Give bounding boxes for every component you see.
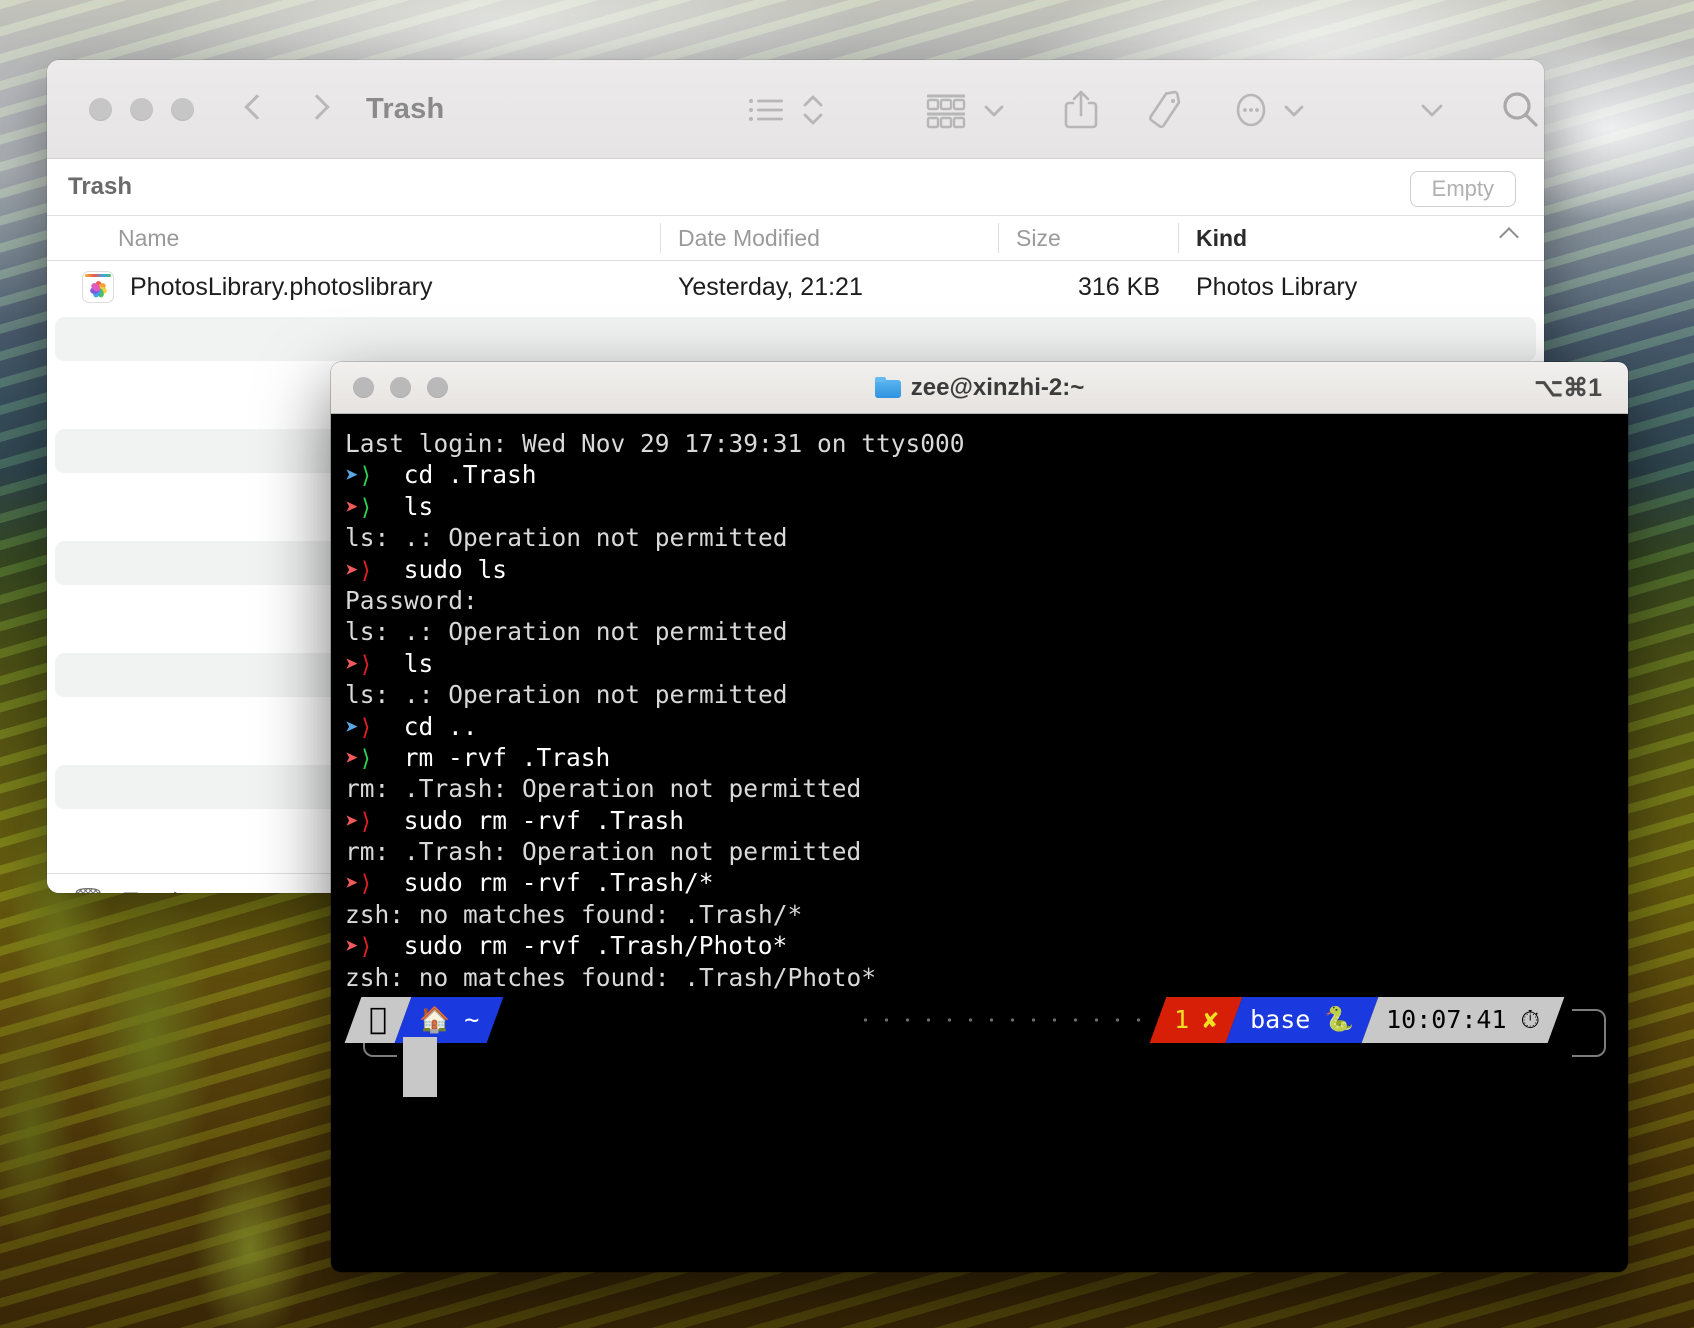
chevron-down-icon[interactable]	[981, 100, 1007, 120]
conda-env-segment: base 🐍	[1225, 997, 1379, 1044]
terminal-output-line: rm: .Trash: Operation not permitted	[345, 837, 862, 867]
search-icon[interactable]	[1497, 87, 1543, 133]
home-icon: 🏠	[419, 1005, 451, 1035]
clock-segment: 10:07:41 ⏱	[1361, 997, 1565, 1044]
forward-button-icon[interactable]	[304, 91, 326, 127]
terminal-command-line: ➤⟩ cd .Trash	[345, 459, 1628, 490]
finder-traffic-lights[interactable]	[89, 97, 194, 121]
terminal-output-line: ls: .: Operation not permitted	[345, 617, 788, 647]
python-icon: 🐍	[1324, 1005, 1355, 1034]
cross-icon: ✘	[1202, 1005, 1218, 1035]
close-button[interactable]	[89, 97, 112, 121]
sort-arrows-icon[interactable]	[799, 88, 827, 132]
file-name-cell: PhotosLibrary.photoslibrary	[47, 272, 660, 302]
terminal-command-line: ➤⟩ cd ..	[345, 711, 1628, 742]
terminal-command-line: ➤⟩ sudo rm -rvf .Trash/*	[345, 867, 1628, 898]
prompt-arrow-icon: ➤⟩	[345, 557, 373, 584]
terminal-command-line: ➤⟩ ls	[345, 491, 1628, 522]
terminal-output-line: rm: .Trash: Operation not permitted	[345, 774, 862, 804]
finder-titlebar[interactable]: Trash	[47, 60, 1544, 159]
terminal-command-text: cd .Trash	[389, 460, 537, 490]
terminal-command-text: sudo rm -rvf .Trash/*	[389, 868, 714, 898]
file-kind-cell: Photos Library	[1196, 272, 1358, 301]
terminal-output-line: ls: .: Operation not permitted	[345, 680, 788, 710]
prompt-arrow-icon: ➤⟩	[345, 934, 373, 961]
terminal-shortcut-badge: ⌥⌘1	[1534, 373, 1602, 402]
terminal-title-label: zee@xinzhi-2:~	[910, 373, 1085, 401]
empty-trash-button[interactable]: Empty	[1409, 171, 1516, 207]
column-header-date-modified[interactable]: Date Modified	[660, 216, 998, 260]
terminal-title: zee@xinzhi-2:~	[331, 374, 1628, 402]
terminal-command-line: ➤⟩ ls	[345, 648, 1628, 679]
prompt-arrow-icon: ➤⟩	[345, 494, 373, 521]
column-header-kind-label: Kind	[1196, 224, 1248, 251]
tag-icon[interactable]	[1143, 88, 1187, 132]
minimize-button[interactable]	[130, 97, 153, 121]
file-date-cell: Yesterday, 21:21	[678, 272, 863, 301]
sidebar-item-label: Trash	[123, 888, 186, 894]
conda-env-label: base	[1249, 1005, 1311, 1035]
chevron-down-icon[interactable]	[1417, 99, 1447, 121]
terminal-command-line: ➤⟩ sudo rm -rvf .Trash	[345, 805, 1628, 836]
column-header-kind[interactable]: Kind	[1178, 216, 1544, 260]
more-actions-icon[interactable]	[1231, 87, 1271, 133]
exit-code-label: 1	[1173, 1005, 1189, 1035]
file-name-label: PhotosLibrary.photoslibrary	[130, 272, 433, 301]
terminal-command-text: ls	[389, 491, 434, 521]
share-icon[interactable]	[1061, 87, 1101, 133]
prompt-right-bracket	[1572, 1009, 1606, 1058]
terminal-output-line: zsh: no matches found: .Trash/*	[345, 899, 803, 929]
terminal-output-line: Last login: Wed Nov 29 17:39:31 on ttys0…	[345, 429, 965, 458]
folder-icon	[874, 377, 901, 398]
prompt-arrow-icon: ➤⟩	[345, 463, 373, 490]
clock-icon: ⏱	[1520, 1005, 1540, 1035]
terminal-window[interactable]: zee@xinzhi-2:~ ⌥⌘1 Last login: Wed Nov 2…	[331, 362, 1628, 1272]
terminal-command-text: ls	[389, 648, 434, 678]
terminal-titlebar[interactable]: zee@xinzhi-2:~ ⌥⌘1	[331, 362, 1628, 414]
path-label: ~	[464, 1005, 480, 1035]
finder-info-bar: Trash Empty	[47, 159, 1544, 216]
trash-icon: 🗑	[71, 886, 105, 893]
table-row[interactable]: PhotosLibrary.photoslibrary Yesterday, 2…	[47, 261, 1544, 313]
terminal-output-line: Password:	[345, 585, 478, 615]
terminal-output-line: zsh: no matches found: .Trash/Photo*	[345, 962, 877, 992]
terminal-command-line: ➤⟩ sudo ls	[345, 554, 1628, 585]
column-header-name[interactable]: Name	[47, 216, 660, 260]
apple-icon: 	[369, 1002, 388, 1038]
zoom-button[interactable]	[171, 97, 194, 121]
terminal-command-line: ➤⟩ sudo rm -rvf .Trash/Photo*	[345, 930, 1628, 961]
finder-window-title: Trash	[366, 92, 445, 125]
terminal-screen[interactable]: Last login: Wed Nov 29 17:39:31 on ttys0…	[331, 414, 1628, 1272]
prompt-arrow-icon: ➤⟩	[345, 808, 373, 835]
powerline-right: 1 ✘ base 🐍 10:07:41 ⏱	[1149, 997, 1565, 1044]
terminal-output-line: ls: .: Operation not permitted	[345, 523, 788, 553]
prompt-arrow-icon: ➤⟩	[345, 745, 373, 772]
terminal-command-text: cd ..	[389, 711, 478, 741]
finder-column-headers[interactable]: Name Date Modified Size Kind	[47, 216, 1544, 261]
powerline-dot-filler	[855, 1013, 1188, 1028]
powerline-tail	[403, 1037, 437, 1098]
terminal-command-text: sudo ls	[389, 554, 508, 584]
column-header-size[interactable]: Size	[998, 216, 1178, 260]
group-by-icon[interactable]	[923, 89, 969, 131]
powerline-prompt:  🏠 ~1 ✘ base 🐍 10:07:41 ⏱	[344, 997, 1628, 1098]
file-size-cell: 316 KB	[1077, 272, 1160, 301]
prompt-arrow-icon: ➤⟩	[345, 871, 373, 898]
chevron-down-icon[interactable]	[1281, 100, 1307, 120]
back-button-icon[interactable]	[246, 91, 268, 127]
prompt-arrow-icon: ➤⟩	[345, 651, 373, 678]
sort-ascending-icon	[1499, 227, 1519, 247]
list-view-icon[interactable]	[747, 93, 787, 127]
terminal-command-text: sudo rm -rvf .Trash	[389, 805, 685, 835]
finder-location-label: Trash	[68, 173, 133, 200]
terminal-command-text: rm -rvf .Trash	[389, 742, 611, 772]
finder-navigation[interactable]	[246, 91, 326, 127]
prompt-arrow-icon: ➤⟩	[345, 714, 373, 741]
photos-library-icon	[83, 272, 113, 302]
finder-toolbar[interactable]	[747, 60, 1543, 159]
terminal-command-line: ➤⟩ rm -rvf .Trash	[345, 742, 1628, 773]
clock-label: 10:07:41	[1386, 1005, 1507, 1035]
terminal-command-text: sudo rm -rvf .Trash/Photo*	[389, 931, 788, 961]
